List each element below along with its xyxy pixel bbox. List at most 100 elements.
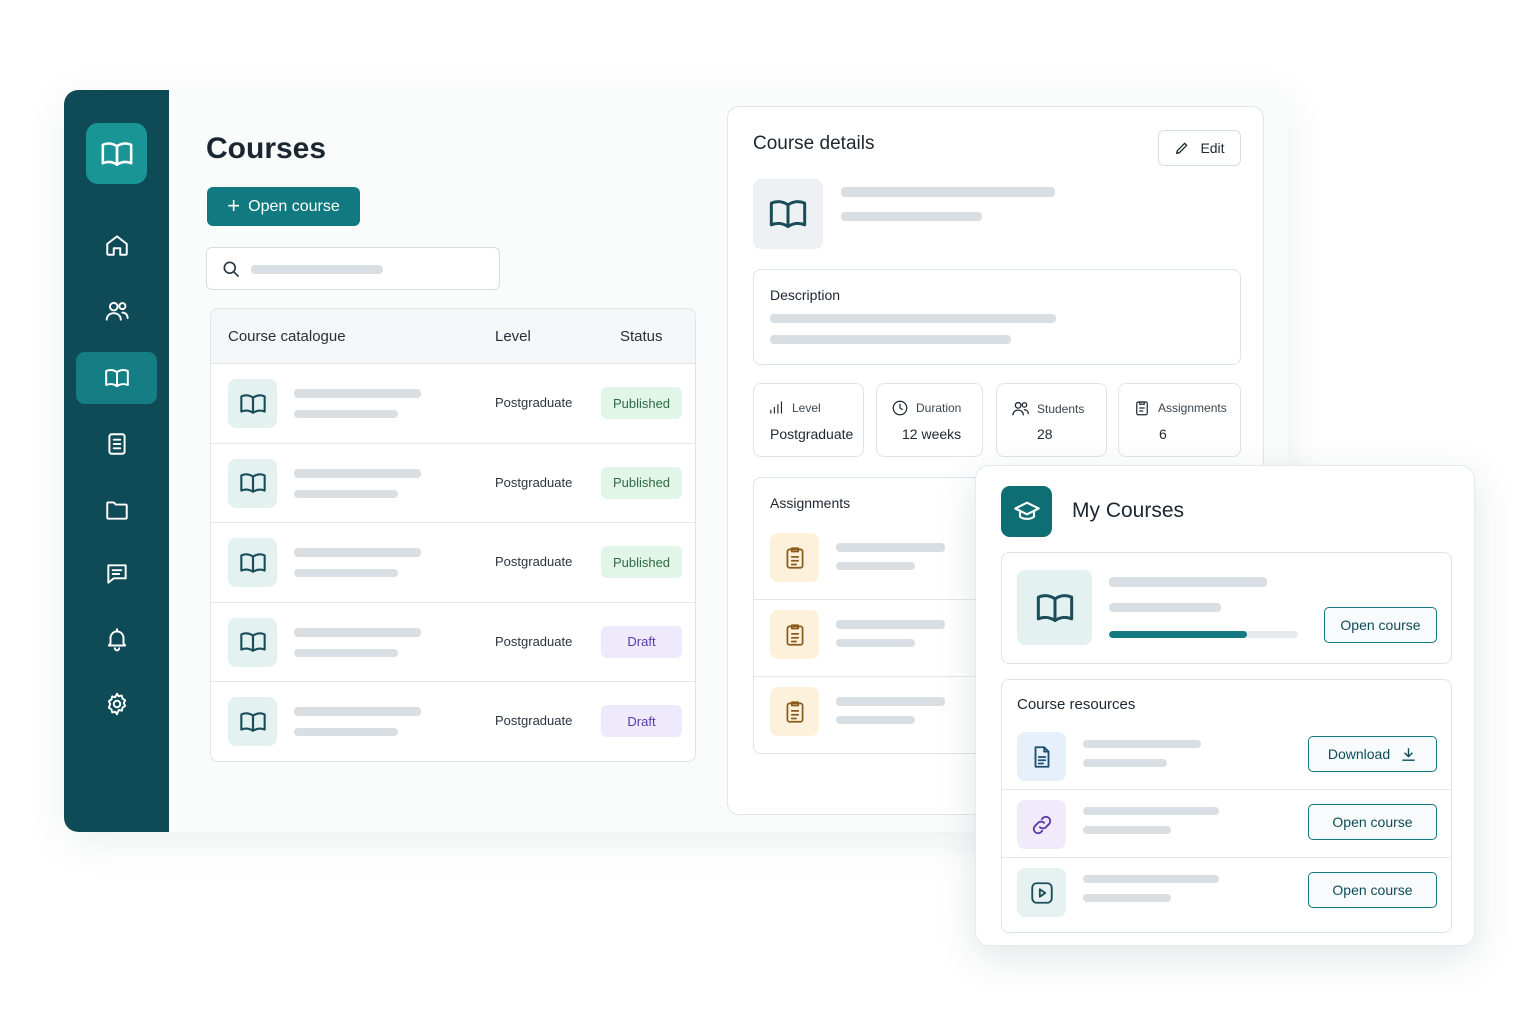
- resource-open-course-button[interactable]: Open course: [1308, 872, 1437, 908]
- nav-folder-icon[interactable]: [76, 484, 157, 536]
- bar-chart-icon: [770, 401, 783, 414]
- description-label: Description: [770, 287, 841, 303]
- row-level: Postgraduate: [495, 633, 573, 649]
- download-button[interactable]: Download: [1308, 736, 1437, 772]
- my-courses-title: My Courses: [1072, 499, 1185, 522]
- stat-label-students: Students: [1037, 401, 1085, 416]
- nav-messages-icon[interactable]: [76, 548, 157, 600]
- table-row[interactable]: Postgraduate Published: [211, 364, 695, 444]
- course-subtitle-skeleton: [294, 410, 398, 418]
- video-play-icon: [1017, 868, 1066, 917]
- stat-value-students: 28: [1037, 426, 1053, 442]
- stat-value-assignments: 6: [1159, 426, 1167, 442]
- column-header-status: Status: [620, 328, 663, 345]
- course-resources-label: Course resources: [1017, 696, 1136, 713]
- course-name-skeleton: [841, 187, 1055, 197]
- description-line-skeleton: [770, 335, 1011, 344]
- stat-label-duration: Duration: [916, 401, 962, 415]
- status-badge: Draft: [601, 705, 682, 737]
- resource-subtitle-skeleton: [1083, 894, 1171, 902]
- edit-button[interactable]: Edit: [1158, 130, 1241, 166]
- resource-row-link: Open course: [1002, 790, 1451, 858]
- stat-card-assignments: Assignments 6: [1118, 383, 1241, 457]
- stat-label-level: Level: [792, 400, 821, 415]
- logo-book-icon[interactable]: [86, 123, 147, 184]
- stat-label-assignments: Assignments: [1158, 401, 1227, 415]
- assignment-subtitle-skeleton: [836, 639, 915, 647]
- nav-document-icon[interactable]: [76, 418, 157, 470]
- my-course-open-button[interactable]: Open course: [1324, 607, 1437, 643]
- clock-icon: [892, 400, 908, 416]
- table-row[interactable]: Postgraduate Draft: [211, 603, 695, 682]
- table-header: Course catalogue Level Status: [211, 309, 695, 364]
- row-level: Postgraduate: [495, 474, 573, 490]
- book-icon: [228, 538, 277, 587]
- course-title-skeleton: [294, 627, 421, 637]
- course-title-skeleton: [294, 707, 421, 716]
- assignments-box: Assignments: [753, 477, 1013, 754]
- course-progress-fill: [1109, 631, 1247, 638]
- resource-row-video: Open course: [1002, 858, 1451, 926]
- open-course-button-label: Open course: [248, 197, 340, 215]
- search-box[interactable]: [206, 247, 500, 290]
- my-courses-card: My Courses Open course Course resources …: [975, 465, 1475, 946]
- sidebar: [64, 90, 169, 832]
- resource-subtitle-skeleton: [1083, 759, 1167, 767]
- assignment-title-skeleton: [836, 543, 945, 552]
- assignment-subtitle-skeleton: [836, 716, 915, 724]
- row-level: Postgraduate: [495, 554, 573, 569]
- table-row[interactable]: Postgraduate Published: [211, 523, 695, 603]
- users-icon: [1012, 401, 1029, 416]
- nav-home-icon[interactable]: [76, 219, 157, 271]
- link-icon: [1017, 800, 1066, 849]
- nav-bell-icon[interactable]: [76, 613, 157, 665]
- stat-value-level: Postgraduate: [770, 426, 854, 442]
- book-icon: [228, 697, 277, 746]
- assignment-title-skeleton: [836, 697, 945, 706]
- table-row[interactable]: Postgraduate Published: [211, 444, 695, 523]
- status-badge: Published: [601, 546, 682, 578]
- stat-card-duration: Duration 12 weeks: [876, 383, 983, 457]
- course-subtitle-skeleton: [294, 648, 398, 657]
- edit-button-label: Edit: [1200, 140, 1225, 156]
- download-button-label: Download: [1327, 746, 1391, 762]
- assignment-title-skeleton: [836, 620, 945, 629]
- course-progress-bar: [1109, 631, 1298, 638]
- course-title-skeleton: [294, 548, 421, 557]
- status-badge: Draft: [601, 625, 682, 658]
- page-title: Courses: [206, 132, 327, 165]
- nav-settings-gear-icon[interactable]: [76, 678, 157, 730]
- open-course-button[interactable]: + Open course: [207, 187, 360, 226]
- resource-row-document: Download: [1002, 722, 1451, 790]
- book-icon: [228, 379, 277, 428]
- description-box: Description: [753, 269, 1241, 365]
- pencil-icon: [1176, 142, 1188, 154]
- stat-card-level: Level Postgraduate: [753, 383, 864, 457]
- stat-value-duration: 12 weeks: [902, 426, 962, 442]
- clipboard-icon: [770, 687, 819, 736]
- table-row[interactable]: Postgraduate Draft: [211, 682, 695, 761]
- course-resources-box: Course resources Download Open course Op…: [1001, 679, 1452, 933]
- course-title-skeleton: [294, 389, 421, 398]
- clipboard-icon: [1136, 401, 1148, 416]
- row-level: Postgraduate: [495, 713, 573, 728]
- graduation-cap-icon: [1001, 486, 1052, 537]
- nav-users-icon[interactable]: [76, 285, 157, 337]
- clipboard-icon: [770, 533, 819, 582]
- search-icon: [223, 261, 239, 277]
- assignments-label: Assignments: [770, 495, 851, 511]
- book-icon: [228, 458, 277, 508]
- book-icon: [228, 617, 277, 667]
- resource-open-course-button[interactable]: Open course: [1308, 804, 1437, 840]
- stat-card-students: Students 28: [996, 383, 1107, 457]
- course-subtitle-skeleton: [841, 212, 982, 221]
- document-icon: [1017, 732, 1066, 781]
- column-header-level: Level: [495, 328, 531, 345]
- search-input[interactable]: [251, 258, 491, 280]
- course-subtitle-skeleton: [294, 569, 398, 577]
- nav-courses-icon[interactable]: [76, 352, 157, 404]
- enrolled-course-card: Open course: [1001, 552, 1452, 664]
- enrolled-course-title-skeleton: [1109, 577, 1267, 587]
- resource-title-skeleton: [1083, 740, 1201, 748]
- courses-panel: Courses + Open course Course catalogue L…: [184, 107, 712, 812]
